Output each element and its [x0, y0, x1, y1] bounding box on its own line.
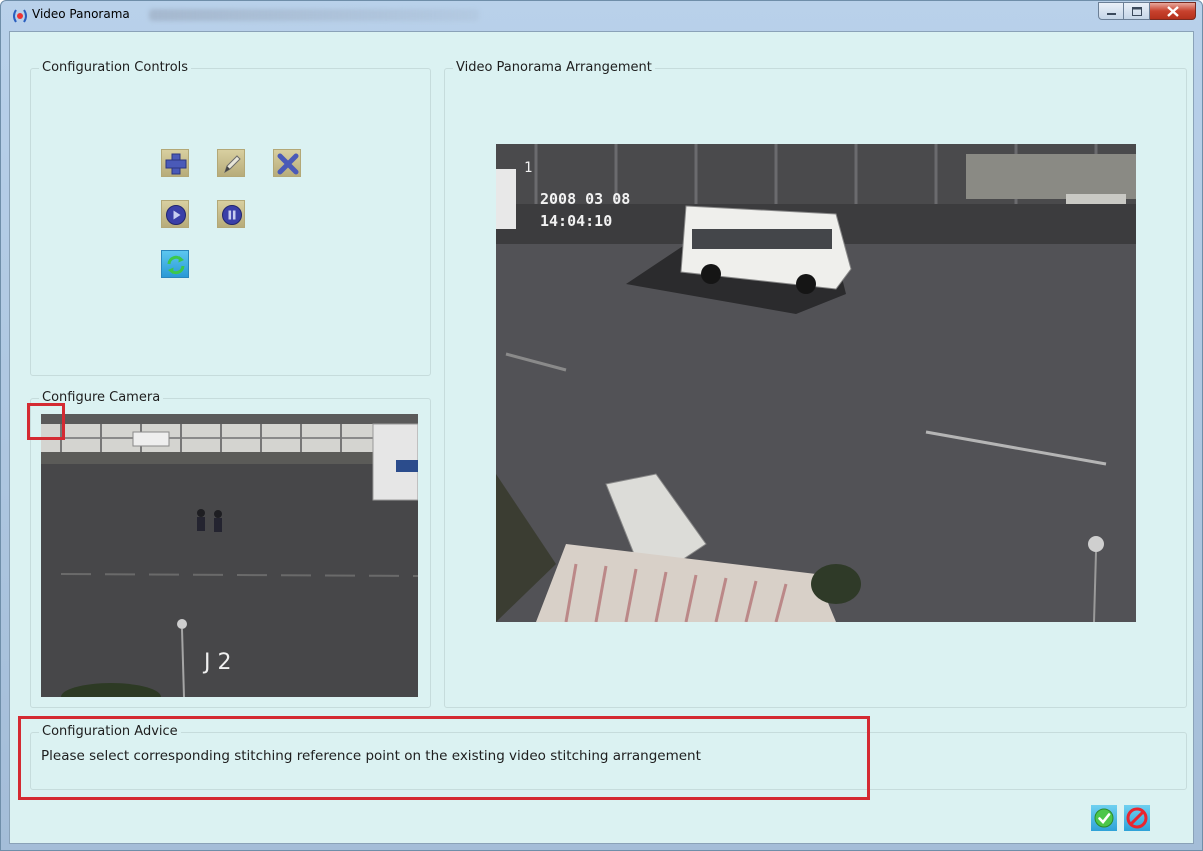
window-title: Video Panorama [32, 7, 130, 21]
panorama-overlay-time: 14:04:10 [540, 212, 613, 230]
video-panorama-window: Video Panorama Configuration Controls Co… [0, 0, 1203, 851]
camera-overlay-text: J 2 [204, 650, 232, 675]
panorama-canvas[interactable]: 1 2008 03 08 14:04:10 [496, 144, 1136, 622]
play-button[interactable] [161, 200, 189, 228]
minimize-icon [1107, 13, 1116, 15]
camera-preview[interactable]: J 2 [41, 414, 418, 697]
configuration-controls-title: Configuration Controls [39, 60, 192, 76]
ok-button[interactable] [1091, 805, 1117, 831]
panorama-arrangement-title: Video Panorama Arrangement [453, 60, 655, 76]
edit-button[interactable] [217, 149, 245, 177]
maximize-button[interactable] [1124, 2, 1150, 20]
cross-icon [277, 153, 299, 175]
plus-icon [165, 153, 187, 175]
configuration-controls-group: Configuration Controls [30, 60, 431, 376]
delete-button[interactable] [273, 149, 301, 177]
close-button[interactable] [1150, 2, 1196, 20]
no-entry-icon [1126, 807, 1148, 829]
refresh-button[interactable] [161, 250, 189, 278]
pause-button[interactable] [217, 200, 245, 228]
close-icon [1167, 6, 1179, 17]
blurred-title-suffix [149, 9, 479, 21]
pencil-icon [224, 155, 241, 174]
pause-icon [222, 205, 242, 225]
checkmark-icon [1094, 808, 1114, 828]
panorama-overlay-date: 2008 03 08 [540, 190, 631, 208]
play-icon [166, 205, 186, 225]
minimize-button[interactable] [1098, 2, 1124, 20]
cancel-button[interactable] [1124, 805, 1150, 831]
dialog-client-area: Configuration Controls Configure Camera … [9, 31, 1194, 844]
maximize-icon [1132, 7, 1142, 16]
refresh-icon [167, 255, 185, 275]
camera-reference-point-highlight [27, 403, 65, 440]
title-bar[interactable]: Video Panorama [1, 1, 1202, 31]
advice-highlight [18, 716, 870, 800]
panorama-app-icon [13, 9, 27, 23]
panorama-overlay-cam: 1 [524, 160, 533, 176]
add-button[interactable] [161, 149, 189, 177]
